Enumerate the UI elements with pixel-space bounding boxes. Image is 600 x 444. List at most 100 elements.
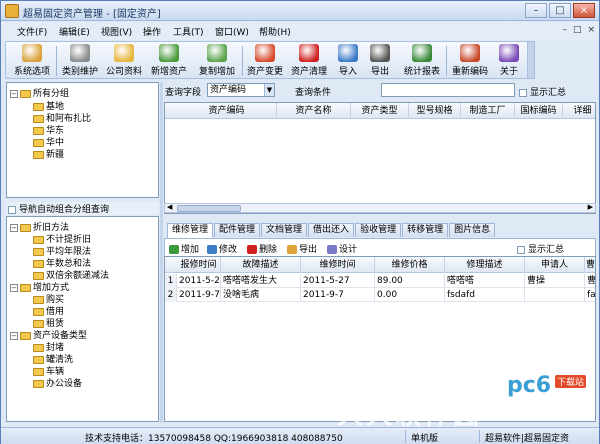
table-row[interactable]: 12011-5-23嗒嗒嗒发生大2011-5-2789.00嗒嗒嗒曹操曹操 (165, 274, 595, 288)
collapse-icon[interactable]: − (10, 331, 18, 340)
toolbar-button-2[interactable]: 公司资料 (104, 44, 144, 77)
toolbar-button-9[interactable]: 统计报表 (400, 44, 444, 77)
repair-column-header[interactable]: 报修时间 (177, 257, 221, 273)
table-cell[interactable]: 曹操 (525, 274, 585, 288)
menu-edit[interactable]: 编辑(E) (59, 25, 90, 38)
scroll-right-icon[interactable]: ▶ (588, 203, 593, 211)
table-cell[interactable]: 2011-5-23 (177, 274, 221, 288)
tree-node-category[interactable]: − 资产设备类型 (10, 328, 87, 341)
close-button[interactable]: × (573, 3, 595, 18)
table-cell[interactable]: 2011-5-27 (301, 274, 375, 288)
asset-column-header[interactable]: 资产编码 (177, 103, 277, 119)
tab-5[interactable]: 转移管理 (402, 223, 449, 237)
export-button[interactable]: 导出 (287, 242, 317, 255)
toolbar-overflow[interactable] (527, 41, 535, 79)
query-field-select[interactable]: 资产编码 ▼ (207, 83, 275, 97)
show-summary-checkbox[interactable]: 显示汇总 (519, 85, 566, 98)
query-condition-input[interactable] (381, 83, 515, 97)
repair-column-header[interactable]: 修理描述 (445, 257, 525, 273)
menu-view[interactable]: 视图(V) (101, 25, 132, 38)
table-cell[interactable]: 嗒嗒嗒发生大 (221, 274, 301, 288)
scroll-thumb[interactable] (177, 205, 241, 212)
tab-0[interactable]: 维修管理 (167, 223, 214, 238)
toolbar-button-8[interactable]: 导出 (366, 44, 394, 77)
repair-column-header[interactable]: 维修价格 (375, 257, 445, 273)
edit-button[interactable]: 修改 (207, 242, 237, 255)
repair-column-header[interactable]: 维修时间 (301, 257, 375, 273)
detail-show-summary-checkbox[interactable]: 显示汇总 (517, 242, 564, 255)
add-button[interactable]: 增加 (169, 242, 199, 255)
table-cell[interactable]: 2011-9-7 (177, 288, 221, 302)
tab-3[interactable]: 借出还入 (308, 223, 355, 237)
tree-node-item[interactable]: 办公设备 (33, 376, 82, 389)
table-cell[interactable]: 曹操 (585, 274, 595, 288)
toolbar-button-6[interactable]: 资产清理 (288, 44, 330, 77)
mdi-minimize-button[interactable]: – (562, 25, 567, 35)
tree-node-item[interactable]: 罐清洗 (33, 352, 73, 365)
toolbar-button-7[interactable]: 导入 (334, 44, 362, 77)
mdi-restore-button[interactable]: □ (573, 25, 582, 35)
table-cell[interactable]: fsdafd (445, 288, 525, 302)
collapse-icon[interactable]: − (10, 223, 18, 232)
nav-auto-combine-checkbox[interactable]: 导航自动组合分组查询 (6, 202, 159, 215)
table-cell[interactable]: 嗒嗒嗒 (445, 274, 525, 288)
menu-operation[interactable]: 操作 (143, 25, 161, 38)
checkbox-icon[interactable] (517, 245, 525, 254)
tree-node-item[interactable]: 双倍余额递减法 (33, 268, 109, 281)
asset-column-header[interactable]: 资产类型 (351, 103, 409, 119)
tree-node-item[interactable]: 不计提折旧 (33, 232, 91, 245)
pane-splitter[interactable] (160, 82, 163, 423)
tree-node-item[interactable]: 购买 (33, 292, 64, 305)
toolbar-button-4[interactable]: 复制增加 (194, 44, 240, 77)
checkbox-icon[interactable] (519, 88, 527, 97)
asset-column-header[interactable]: 详细 (563, 103, 595, 119)
asset-column-header[interactable]: 国标编码 (515, 103, 563, 119)
toolbar-button-11[interactable]: 关于 (494, 44, 524, 77)
table-cell[interactable]: 2011-9-7 (301, 288, 375, 302)
mdi-close-button[interactable]: × (587, 25, 595, 35)
tree-node-group[interactable]: 华中 (33, 135, 64, 148)
delete-button[interactable]: 删除 (247, 242, 277, 255)
toolbar-button-10[interactable]: 重新编码 (448, 44, 492, 77)
collapse-icon[interactable]: − (10, 89, 18, 98)
repair-column-header[interactable]: 故障描述 (221, 257, 301, 273)
menu-help[interactable]: 帮助(H) (259, 25, 291, 38)
tree-node-group[interactable]: 和阿布扎比 (33, 111, 91, 124)
menu-window[interactable]: 窗口(W) (215, 25, 249, 38)
table-cell[interactable]: 89.00 (375, 274, 445, 288)
toolbar-button-5[interactable]: 资产变更 (244, 44, 286, 77)
tree-node-category[interactable]: − 折旧方法 (10, 220, 69, 233)
tree-node-item[interactable]: 借用 (33, 304, 64, 317)
repair-column-header[interactable]: 曹 (585, 257, 595, 273)
asset-column-header[interactable]: 型号规格 (409, 103, 461, 119)
tab-6[interactable]: 图片信息 (449, 223, 496, 237)
dropdown-arrow-icon[interactable]: ▼ (264, 84, 274, 96)
table-row[interactable]: 2 2011-9-7 没啥毛病 2011-9-7 0.00 fsdafd fa (165, 288, 595, 302)
tree-node-group[interactable]: 新疆 (33, 147, 64, 160)
table-cell[interactable]: fa (585, 288, 595, 302)
menu-file[interactable]: 文件(F) (17, 25, 47, 38)
toolbar-button-0[interactable]: 系统选项 (10, 44, 54, 77)
checkbox-icon[interactable] (8, 205, 16, 214)
toolbar-button-1[interactable]: 类别维护 (58, 44, 102, 77)
tab-1[interactable]: 配件管理 (214, 223, 261, 237)
tree-node-item[interactable]: 平均年限法 (33, 244, 91, 257)
tree-node-all-groups[interactable]: − 所有分组 (10, 86, 69, 99)
asset-column-header[interactable]: 资产名称 (277, 103, 351, 119)
maximize-button[interactable]: □ (549, 3, 571, 18)
tree-node-item[interactable]: 车辆 (33, 364, 64, 377)
tree-node-item[interactable]: 年数总和法 (33, 256, 91, 269)
tab-4[interactable]: 验收管理 (355, 223, 402, 237)
table-cell[interactable]: 没啥毛病 (221, 288, 301, 302)
tree-node-group[interactable]: 华东 (33, 123, 64, 136)
collapse-icon[interactable]: − (10, 283, 18, 292)
asset-column-header[interactable]: 制造工厂 (461, 103, 515, 119)
menu-tools[interactable]: 工具(T) (173, 25, 204, 38)
minimize-button[interactable]: – (525, 3, 547, 18)
scroll-left-icon[interactable]: ◀ (167, 203, 172, 211)
tree-node-group[interactable]: 基地 (33, 99, 64, 112)
table-cell[interactable] (525, 288, 585, 302)
design-button[interactable]: 设计 (327, 242, 357, 255)
tree-node-category[interactable]: − 增加方式 (10, 280, 69, 293)
tree-node-item[interactable]: 租赁 (33, 316, 64, 329)
